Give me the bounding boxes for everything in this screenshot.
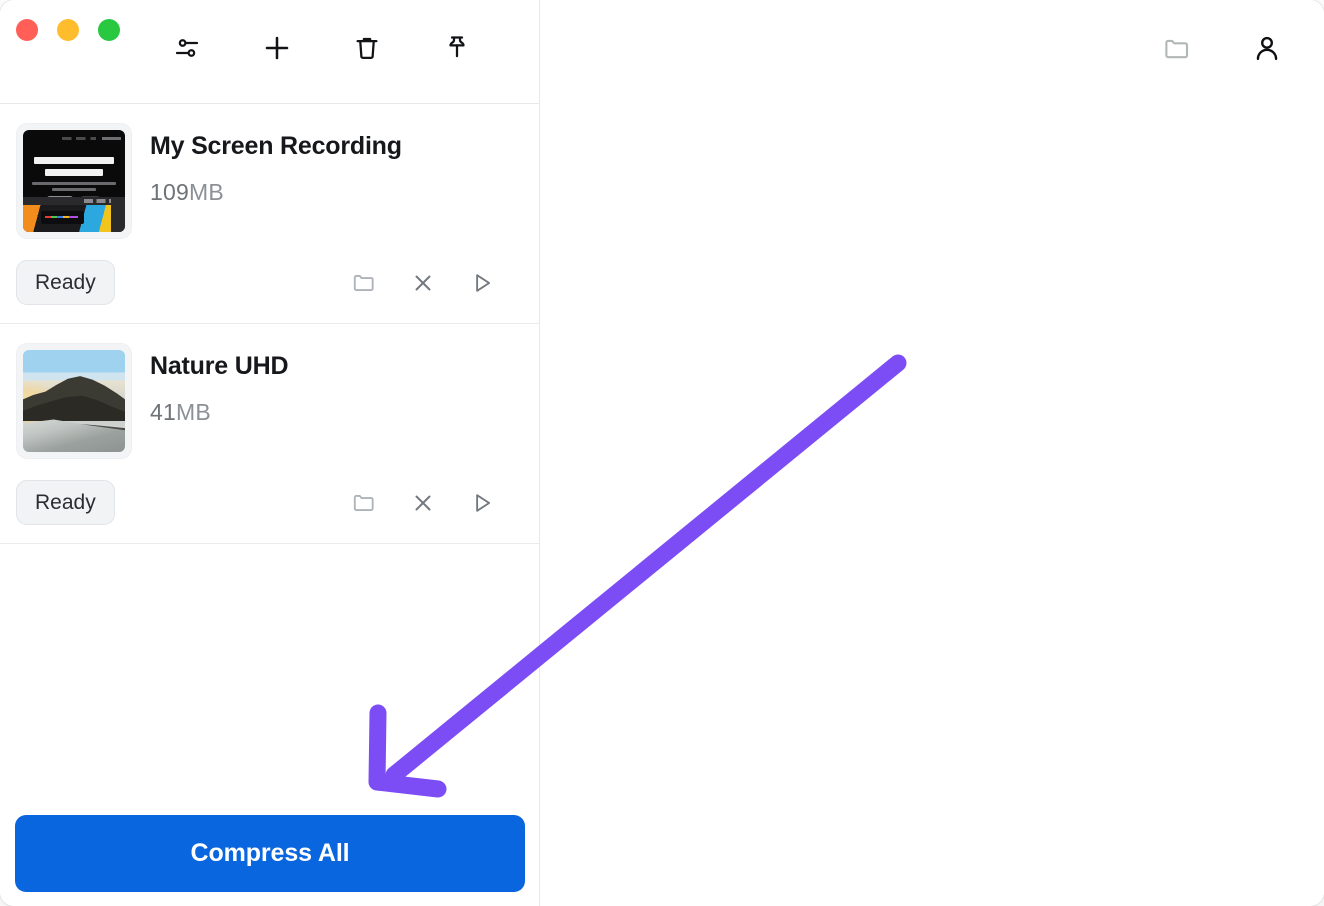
folder-icon[interactable] [347,486,381,520]
nature-photo-thumbnail [16,343,132,459]
folder-icon[interactable] [347,266,381,300]
file-size-number: 109 [150,179,189,205]
action-icons [347,266,523,300]
screen-recording-thumbnail [16,123,132,239]
file-list: My Screen Recording 109MB Ready Nature U… [0,104,539,906]
main-content-pane [541,0,1324,906]
close-icon[interactable] [406,266,440,300]
maximize-window-button[interactable] [98,19,120,41]
close-window-button[interactable] [16,19,38,41]
folder-icon[interactable] [1158,30,1196,68]
app-window: My Screen Recording 109MB Ready Nature U… [0,0,1324,906]
settings-sliders-icon[interactable] [168,29,206,67]
status-badge: Ready [16,480,115,525]
titlebar [0,0,539,104]
user-icon[interactable] [1248,30,1286,68]
minimize-window-button[interactable] [57,19,79,41]
file-size: 109MB [150,179,402,206]
compress-all-button[interactable]: Compress All [15,815,525,892]
file-size-unit: MB [175,399,211,425]
file-meta: My Screen Recording 109MB [150,123,402,206]
file-actions: Ready [0,480,539,525]
trash-icon[interactable] [348,29,386,67]
list-item[interactable]: My Screen Recording 109MB Ready [0,104,539,324]
play-icon[interactable] [465,266,499,300]
file-meta: Nature UHD 41MB [150,343,288,426]
list-item[interactable]: Nature UHD 41MB Ready [0,324,539,544]
pin-icon[interactable] [438,29,476,67]
close-icon[interactable] [406,486,440,520]
traffic-lights [16,19,120,41]
file-row-main: My Screen Recording 109MB [0,123,539,239]
file-title: Nature UHD [150,352,289,380]
file-size-unit: MB [188,179,224,205]
plus-icon[interactable] [258,29,296,67]
right-toolbar [1158,30,1286,68]
status-badge: Ready [16,260,115,305]
sidebar: My Screen Recording 109MB Ready Nature U… [0,0,540,906]
play-icon[interactable] [465,486,499,520]
file-size: 41MB [150,399,288,426]
action-icons [347,486,523,520]
file-actions: Ready [0,260,539,305]
file-row-main: Nature UHD 41MB [0,343,539,459]
file-title: My Screen Recording [150,132,402,160]
file-size-number: 41 [150,399,176,425]
toolbar [168,29,476,67]
